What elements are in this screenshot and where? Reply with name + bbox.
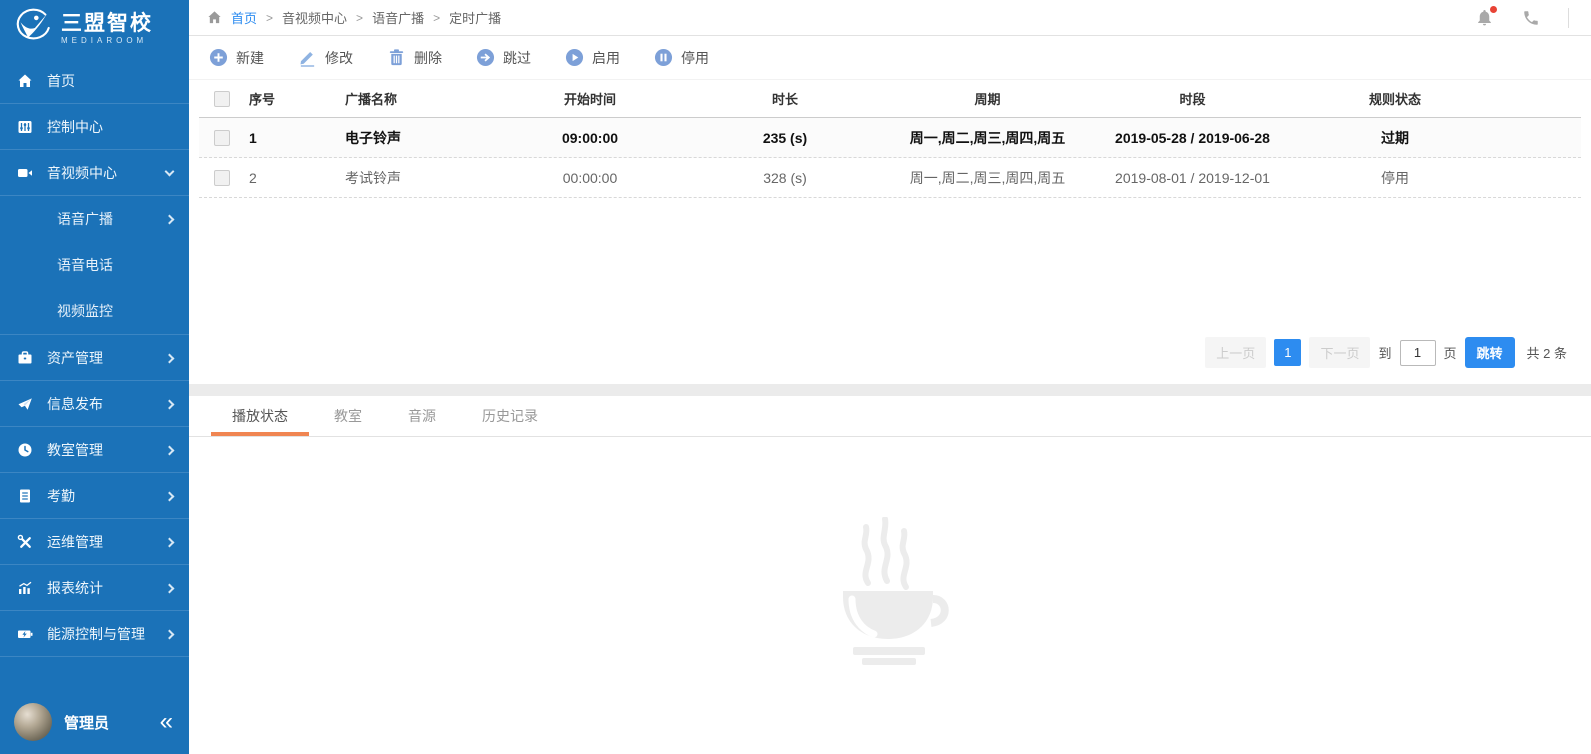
chevron-right-icon xyxy=(165,399,175,409)
paper-plane-icon xyxy=(14,396,36,412)
detail-panel: 播放状态 教室 音源 历史记录 xyxy=(189,396,1591,754)
select-all-checkbox[interactable] xyxy=(214,91,230,107)
sidebar-item-assets[interactable]: 资产管理 xyxy=(0,335,189,381)
disable-button[interactable]: 停用 xyxy=(654,48,709,68)
briefcase-icon xyxy=(14,350,36,366)
pause-circle-icon xyxy=(654,48,673,67)
notifications-bell-icon[interactable] xyxy=(1475,8,1494,27)
coffee-cup-icon xyxy=(826,517,954,674)
chevron-right-icon xyxy=(165,445,175,455)
phone-icon[interactable] xyxy=(1522,9,1540,27)
av-center-icon xyxy=(14,165,36,181)
tab-play-status[interactable]: 播放状态 xyxy=(209,396,311,436)
topbar: 首页 > 音视频中心 > 语音广播 > 定时广播 xyxy=(189,0,1591,36)
toolbar: 新建 修改 删除 跳过 xyxy=(189,36,1591,80)
sidebar-menu: 首页 控制中心 音视频中心 语音广播 xyxy=(0,58,189,698)
breadcrumb: 首页 > 音视频中心 > 语音广播 > 定时广播 xyxy=(207,8,501,27)
table-row[interactable]: 2 考试铃声 00:00:00 328 (s) 周一,周二,周三,周四,周五 2… xyxy=(199,158,1581,198)
breadcrumb-item-av-center[interactable]: 音视频中心 xyxy=(282,8,347,27)
user-name: 管理员 xyxy=(52,712,160,733)
control-center-icon xyxy=(14,119,36,135)
create-button[interactable]: 新建 xyxy=(209,48,264,68)
edit-button[interactable]: 修改 xyxy=(298,48,353,68)
pagination: 上一页 1 下一页 到 页 跳转 共 2 条 xyxy=(189,337,1591,384)
sidebar-item-info-publish[interactable]: 信息发布 xyxy=(0,381,189,427)
table-row[interactable]: 1 电子铃声 09:00:00 235 (s) 周一,周二,周三,周四,周五 2… xyxy=(199,118,1581,158)
main-area: 首页 > 音视频中心 > 语音广播 > 定时广播 新建 xyxy=(189,0,1591,754)
topbar-actions xyxy=(1475,8,1569,28)
sidebar-item-classroom[interactable]: 教室管理 xyxy=(0,427,189,473)
broadcast-panel: 新建 修改 删除 跳过 xyxy=(189,36,1591,384)
tools-icon xyxy=(14,534,36,550)
chevron-right-icon xyxy=(165,491,175,501)
breadcrumb-item-voice-broadcast[interactable]: 语音广播 xyxy=(372,8,424,27)
sidebar-item-av-center[interactable]: 音视频中心 xyxy=(0,150,189,196)
tab-classroom[interactable]: 教室 xyxy=(311,396,385,436)
avatar[interactable] xyxy=(14,703,52,741)
sidebar-item-energy[interactable]: 能源控制与管理 xyxy=(0,611,189,657)
play-circle-icon xyxy=(565,48,584,67)
chevron-right-icon xyxy=(165,629,175,639)
app-logo: 三盟智校 MEDIAROOM xyxy=(0,0,189,58)
breadcrumb-home-icon xyxy=(207,10,222,25)
row-checkbox[interactable] xyxy=(214,130,230,146)
arrow-circle-icon xyxy=(476,48,495,67)
pencil-icon xyxy=(298,48,317,67)
chevron-right-icon xyxy=(165,215,175,225)
status-badge: 过期 xyxy=(1295,128,1495,148)
chevron-right-icon xyxy=(165,537,175,547)
detail-tabs: 播放状态 教室 音源 历史记录 xyxy=(189,396,1591,437)
chevron-down-icon xyxy=(165,166,175,176)
enable-button[interactable]: 启用 xyxy=(565,48,620,68)
status-badge: 停用 xyxy=(1295,168,1495,188)
logo-bird-icon xyxy=(10,7,54,52)
tab-history[interactable]: 历史记录 xyxy=(459,396,561,436)
total-count: 共 2 条 xyxy=(1527,343,1567,362)
sidebar-item-ops[interactable]: 运维管理 xyxy=(0,519,189,565)
logo-subtitle: MEDIAROOM xyxy=(61,36,153,45)
empty-state xyxy=(189,437,1591,754)
sidebar-item-reports[interactable]: 报表统计 xyxy=(0,565,189,611)
chevron-right-icon xyxy=(165,353,175,363)
user-row: 管理员 « xyxy=(0,698,189,754)
trash-icon xyxy=(387,48,406,67)
sidebar-item-home[interactable]: 首页 xyxy=(0,58,189,104)
chart-icon xyxy=(14,580,36,596)
sidebar-item-attendance[interactable]: 考勤 xyxy=(0,473,189,519)
broadcast-table: 序号 广播名称 开始时间 时长 周期 时段 规则状态 1 电子铃声 09:00:… xyxy=(189,80,1591,198)
home-icon xyxy=(14,73,36,89)
topbar-divider xyxy=(1568,8,1569,28)
prev-page-button[interactable]: 上一页 xyxy=(1205,337,1266,368)
sidebar-item-control-center[interactable]: 控制中心 xyxy=(0,104,189,150)
sidebar-subitem-video-monitor[interactable]: 视频监控 xyxy=(0,288,189,334)
av-center-submenu: 语音广播 语音电话 视频监控 xyxy=(0,196,189,335)
sidebar-subitem-voice-phone[interactable]: 语音电话 xyxy=(0,242,189,288)
page-jump-input[interactable] xyxy=(1400,340,1436,366)
row-checkbox[interactable] xyxy=(214,170,230,186)
skip-button[interactable]: 跳过 xyxy=(476,48,531,68)
jump-button[interactable]: 跳转 xyxy=(1465,337,1515,368)
tab-audio-source[interactable]: 音源 xyxy=(385,396,459,436)
sidebar: 三盟智校 MEDIAROOM 首页 控制中心 音视频 xyxy=(0,0,189,754)
clock-icon xyxy=(14,442,36,458)
next-page-button[interactable]: 下一页 xyxy=(1309,337,1370,368)
delete-button[interactable]: 删除 xyxy=(387,48,442,68)
chevron-right-icon xyxy=(165,583,175,593)
notification-dot xyxy=(1490,6,1497,13)
logo-title: 三盟智校 xyxy=(61,13,153,35)
battery-icon xyxy=(14,626,36,642)
plus-circle-icon xyxy=(209,48,228,67)
table-header-row: 序号 广播名称 开始时间 时长 周期 时段 规则状态 xyxy=(199,80,1581,118)
collapse-sidebar-icon[interactable]: « xyxy=(160,710,173,734)
breadcrumb-item-home[interactable]: 首页 xyxy=(231,8,257,27)
page-1-button[interactable]: 1 xyxy=(1274,339,1301,366)
breadcrumb-item-scheduled-broadcast: 定时广播 xyxy=(449,8,501,27)
sidebar-subitem-voice-broadcast[interactable]: 语音广播 xyxy=(0,196,189,242)
document-icon xyxy=(14,488,36,504)
